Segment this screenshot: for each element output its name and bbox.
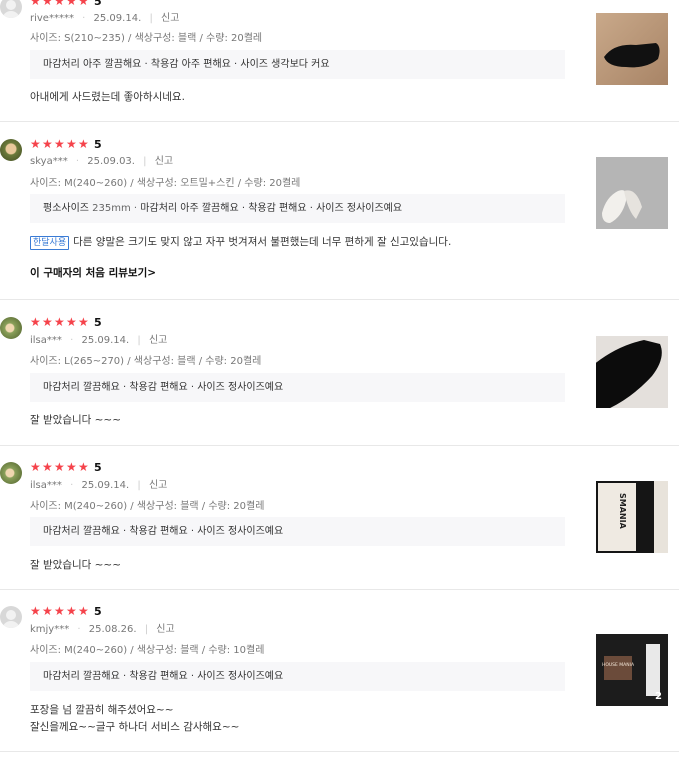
purchase-options: 사이즈: M(240~260) / 색상구성: 블랙 / 수량: 10켤레 bbox=[30, 645, 265, 656]
purchase-options: 사이즈: M(240~260) / 색상구성: 블랙 / 수량: 20켤레 bbox=[30, 501, 265, 512]
review-meta: rive***** · 25.09.14. | 신고 bbox=[30, 13, 180, 24]
review-photo[interactable] bbox=[596, 336, 668, 408]
review-item: ★ ★ ★ ★ ★ 5 kmjy*** · 25.08.26. | 신고 사이즈… bbox=[0, 590, 679, 752]
review-date: 25.09.14. bbox=[93, 13, 142, 24]
review-date: 25.09.03. bbox=[87, 156, 135, 167]
usage-badge: 한달사용 bbox=[30, 236, 70, 250]
rating-score: 5 bbox=[94, 315, 102, 329]
review-tags: 마감처리 아주 깔끔해요 · 착용감 아주 편해요 · 사이즈 생각보다 커요 bbox=[30, 50, 565, 79]
report-link[interactable]: 신고 bbox=[161, 13, 179, 24]
star-rating: ★ ★ ★ ★ ★ 5 bbox=[30, 460, 102, 474]
purchase-options: 사이즈: M(240~260) / 색상구성: 오트밀+스킨 / 수량: 20켤… bbox=[30, 178, 301, 189]
review-date: 25.09.14. bbox=[81, 480, 130, 491]
review-date: 25.09.14. bbox=[81, 335, 130, 346]
star-rating: ★ ★ ★ ★ ★ 5 bbox=[30, 137, 102, 151]
reviewer-id: ilsa*** bbox=[30, 335, 62, 346]
review-text: 아내에게 사드렸는데 좋아하시네요. bbox=[30, 91, 185, 103]
photo-count: 2 bbox=[655, 691, 662, 702]
reviewer-id: kmjy*** bbox=[30, 624, 70, 635]
review-text: 잘 받았습니다 ~~~ bbox=[30, 414, 122, 426]
review-item: ★ ★ ★ ★ ★ 5 rive***** · 25.09.14. | 신고 사… bbox=[0, 0, 679, 122]
star-icon: ★ bbox=[66, 136, 77, 151]
star-icon: ★ bbox=[66, 603, 77, 618]
review-text: 잘 받았습니다 ~~~ bbox=[30, 559, 122, 571]
review-date: 25.08.26. bbox=[88, 624, 137, 635]
purchase-options: 사이즈: S(210~235) / 색상구성: 블랙 / 수량: 20켤레 bbox=[30, 33, 263, 44]
rating-score: 5 bbox=[94, 137, 102, 151]
avatar bbox=[0, 0, 22, 18]
rating-score: 5 bbox=[94, 604, 102, 618]
star-icon: ★ bbox=[78, 136, 89, 151]
avatar bbox=[0, 317, 22, 339]
star-icon: ★ bbox=[78, 0, 89, 8]
avatar bbox=[0, 139, 22, 161]
review-meta: skya*** · 25.09.03. | 신고 bbox=[30, 156, 174, 167]
sock-image bbox=[596, 336, 668, 408]
star-icon: ★ bbox=[30, 459, 41, 474]
star-icon: ★ bbox=[42, 314, 53, 329]
star-rating: ★ ★ ★ ★ ★ 5 bbox=[30, 315, 102, 329]
report-link[interactable]: 신고 bbox=[156, 624, 174, 635]
review-item: ★ ★ ★ ★ ★ 5 ilsa*** · 25.09.14. | 신고 사이즈… bbox=[0, 446, 679, 590]
star-icon: ★ bbox=[42, 0, 53, 8]
review-item: ★ ★ ★ ★ ★ 5 ilsa*** · 25.09.14. | 신고 사이즈… bbox=[0, 300, 679, 446]
avatar bbox=[0, 606, 22, 628]
star-icon: ★ bbox=[54, 459, 65, 474]
purchase-options: 사이즈: L(265~270) / 색상구성: 블랙 / 수량: 20켤레 bbox=[30, 356, 262, 367]
star-icon: ★ bbox=[78, 603, 89, 618]
star-icon: ★ bbox=[54, 314, 65, 329]
svg-text:HOUSE MANIA: HOUSE MANIA bbox=[602, 662, 635, 668]
review-photo[interactable] bbox=[596, 157, 668, 229]
reviewer-id: skya*** bbox=[30, 156, 68, 167]
star-icon: ★ bbox=[78, 314, 89, 329]
review-tags: 평소사이즈 235mm · 마감처리 아주 깔끔해요 · 착용감 편해요 · 사… bbox=[30, 194, 565, 223]
report-link[interactable]: 신고 bbox=[149, 335, 167, 346]
rating-score: 5 bbox=[94, 460, 102, 474]
review-tags: 마감처리 깔끔해요 · 착용감 편해요 · 사이즈 정사이즈예요 bbox=[30, 517, 565, 546]
star-rating: ★ ★ ★ ★ ★ 5 bbox=[30, 604, 102, 618]
star-icon: ★ bbox=[30, 603, 41, 618]
svg-text:SMANIA: SMANIA bbox=[618, 493, 627, 530]
star-rating: ★ ★ ★ ★ ★ 5 bbox=[30, 0, 102, 8]
star-icon: ★ bbox=[42, 603, 53, 618]
avatar bbox=[0, 462, 22, 484]
rating-score: 5 bbox=[94, 0, 102, 8]
star-icon: ★ bbox=[42, 136, 53, 151]
report-link[interactable]: 신고 bbox=[155, 156, 173, 167]
review-meta: ilsa*** · 25.09.14. | 신고 bbox=[30, 480, 168, 491]
review-photo[interactable] bbox=[596, 13, 668, 85]
reviewer-id: rive***** bbox=[30, 13, 74, 24]
review-meta: kmjy*** · 25.08.26. | 신고 bbox=[30, 624, 175, 635]
review-tags: 마감처리 깔끔해요 · 착용감 편해요 · 사이즈 정사이즈예요 bbox=[30, 662, 565, 691]
review-tags: 마감처리 깔끔해요 · 착용감 편해요 · 사이즈 정사이즈예요 bbox=[30, 373, 565, 402]
review-item: ★ ★ ★ ★ ★ 5 skya*** · 25.09.03. | 신고 사이즈… bbox=[0, 122, 679, 300]
star-icon: ★ bbox=[30, 314, 41, 329]
review-text: 포장을 넘 깔끔히 해주셨어요~~ bbox=[30, 704, 174, 716]
star-icon: ★ bbox=[66, 314, 77, 329]
star-icon: ★ bbox=[30, 136, 41, 151]
review-meta: ilsa*** · 25.09.14. | 신고 bbox=[30, 335, 168, 346]
review-photo[interactable]: HOUSE MANIA 2 bbox=[596, 634, 668, 706]
reviewer-id: ilsa*** bbox=[30, 480, 62, 491]
star-icon: ★ bbox=[78, 459, 89, 474]
review-text: 한달사용 다른 양말은 크기도 맞지 않고 자꾸 벗겨져서 불편했는데 너무 편하… bbox=[30, 234, 451, 250]
report-link[interactable]: 신고 bbox=[149, 480, 167, 491]
review-text-line-2: 잘신을께요~~글구 하나더 서비스 감사해요~~ bbox=[30, 721, 240, 733]
star-icon: ★ bbox=[54, 136, 65, 151]
chevron-right-icon: > bbox=[147, 267, 157, 279]
star-icon: ★ bbox=[30, 0, 41, 8]
star-icon: ★ bbox=[54, 0, 65, 8]
review-photo[interactable]: SMANIA bbox=[596, 481, 668, 553]
star-icon: ★ bbox=[54, 603, 65, 618]
first-review-link[interactable]: 이 구매자의 처음 리뷰보기> bbox=[30, 265, 156, 280]
sock-image bbox=[604, 43, 660, 68]
star-icon: ★ bbox=[42, 459, 53, 474]
foot-image bbox=[596, 157, 668, 229]
star-icon: ★ bbox=[66, 459, 77, 474]
sock-label-image: SMANIA bbox=[596, 481, 668, 553]
star-icon: ★ bbox=[66, 0, 77, 8]
